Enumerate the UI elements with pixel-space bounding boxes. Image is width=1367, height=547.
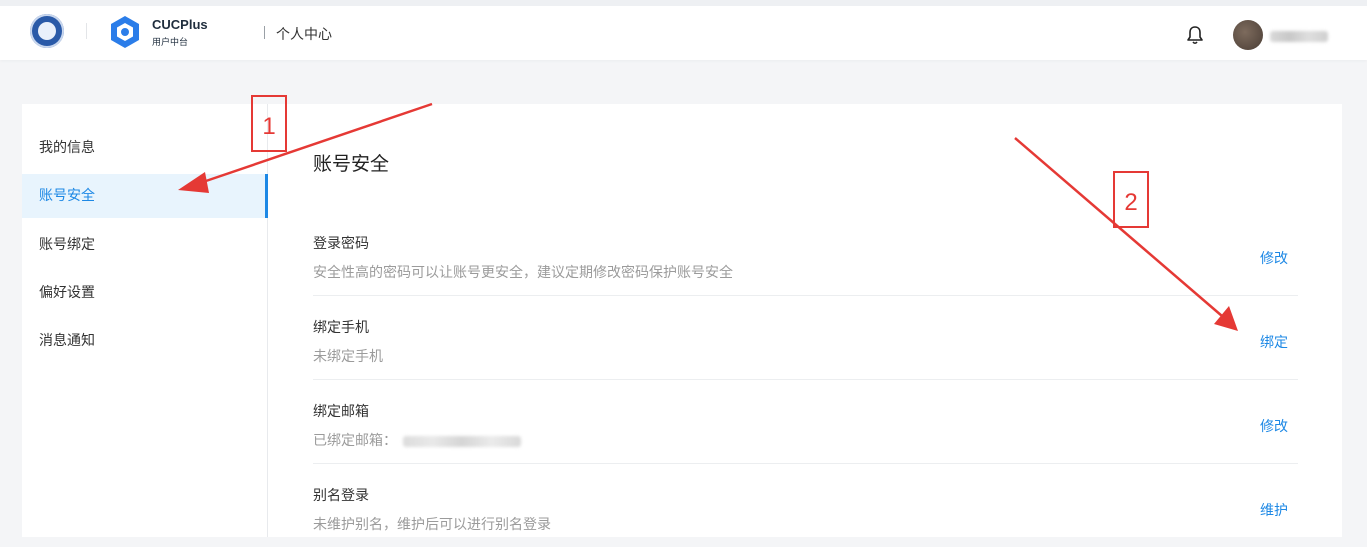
sidebar-item-preferences[interactable]: 偏好设置 <box>22 271 267 315</box>
university-seal-icon[interactable] <box>30 14 64 48</box>
row-title: 绑定邮箱 <box>313 404 369 420</box>
sidebar-item-label: 消息通知 <box>39 333 95 349</box>
maintain-alias-button[interactable]: 维护 <box>1260 500 1288 520</box>
top-bar: CUCPlus 用户中台 个人中心 <box>0 0 1367 60</box>
sidebar-item-label: 账号安全 <box>39 188 95 204</box>
row-title: 绑定手机 <box>313 320 369 336</box>
security-row-phone: 绑定手机 未绑定手机 绑定 <box>313 295 1298 380</box>
brand-subtitle: 用户中台 <box>152 38 189 48</box>
title-divider <box>264 26 265 39</box>
security-row-email: 绑定邮箱 已绑定邮箱： 修改 <box>313 379 1298 464</box>
settings-panel: 我的信息 账号安全 账号绑定 偏好设置 消息通知 账号安全 登录密码 安全性高的… <box>22 104 1342 537</box>
sidebar-item-notifications[interactable]: 消息通知 <box>22 319 267 363</box>
username-redacted[interactable] <box>1270 31 1328 42</box>
sidebar-item-account-security[interactable]: 账号安全 <box>22 174 268 218</box>
row-description: 未维护别名，维护后可以进行别名登录 <box>313 517 551 533</box>
bind-phone-button[interactable]: 绑定 <box>1260 332 1288 352</box>
main-content: 账号安全 登录密码 安全性高的密码可以让账号更安全，建议定期修改密码保护账号安全… <box>268 104 1342 537</box>
logo-divider <box>86 23 87 39</box>
row-description: 已绑定邮箱： <box>313 430 521 450</box>
change-password-button[interactable]: 修改 <box>1260 248 1288 268</box>
sidebar-item-account-binding[interactable]: 账号绑定 <box>22 223 267 267</box>
sidebar-item-label: 偏好设置 <box>39 285 95 301</box>
avatar[interactable] <box>1233 20 1263 50</box>
row-title: 别名登录 <box>313 488 369 504</box>
sidebar-item-label: 账号绑定 <box>39 237 95 253</box>
security-row-password: 登录密码 安全性高的密码可以让账号更安全，建议定期修改密码保护账号安全 修改 <box>313 211 1298 296</box>
bell-icon[interactable] <box>1184 24 1206 46</box>
row-description: 未绑定手机 <box>313 349 383 365</box>
cucplus-logo-icon[interactable] <box>108 15 142 49</box>
brand-name: CUCPlus <box>152 17 208 32</box>
section-title: 账号安全 <box>313 153 390 175</box>
change-email-button[interactable]: 修改 <box>1260 416 1288 436</box>
email-label: 已绑定邮箱： <box>313 433 397 449</box>
sidebar-item-my-info[interactable]: 我的信息 <box>22 126 267 170</box>
row-title: 登录密码 <box>313 236 369 252</box>
security-row-alias: 别名登录 未维护别名，维护后可以进行别名登录 维护 <box>313 463 1298 547</box>
email-redacted <box>403 435 521 447</box>
page-title: 个人中心 <box>276 27 332 43</box>
sidebar-item-label: 我的信息 <box>39 140 95 156</box>
row-description: 安全性高的密码可以让账号更安全，建议定期修改密码保护账号安全 <box>313 265 733 281</box>
sidebar: 我的信息 账号安全 账号绑定 偏好设置 消息通知 <box>22 104 268 537</box>
